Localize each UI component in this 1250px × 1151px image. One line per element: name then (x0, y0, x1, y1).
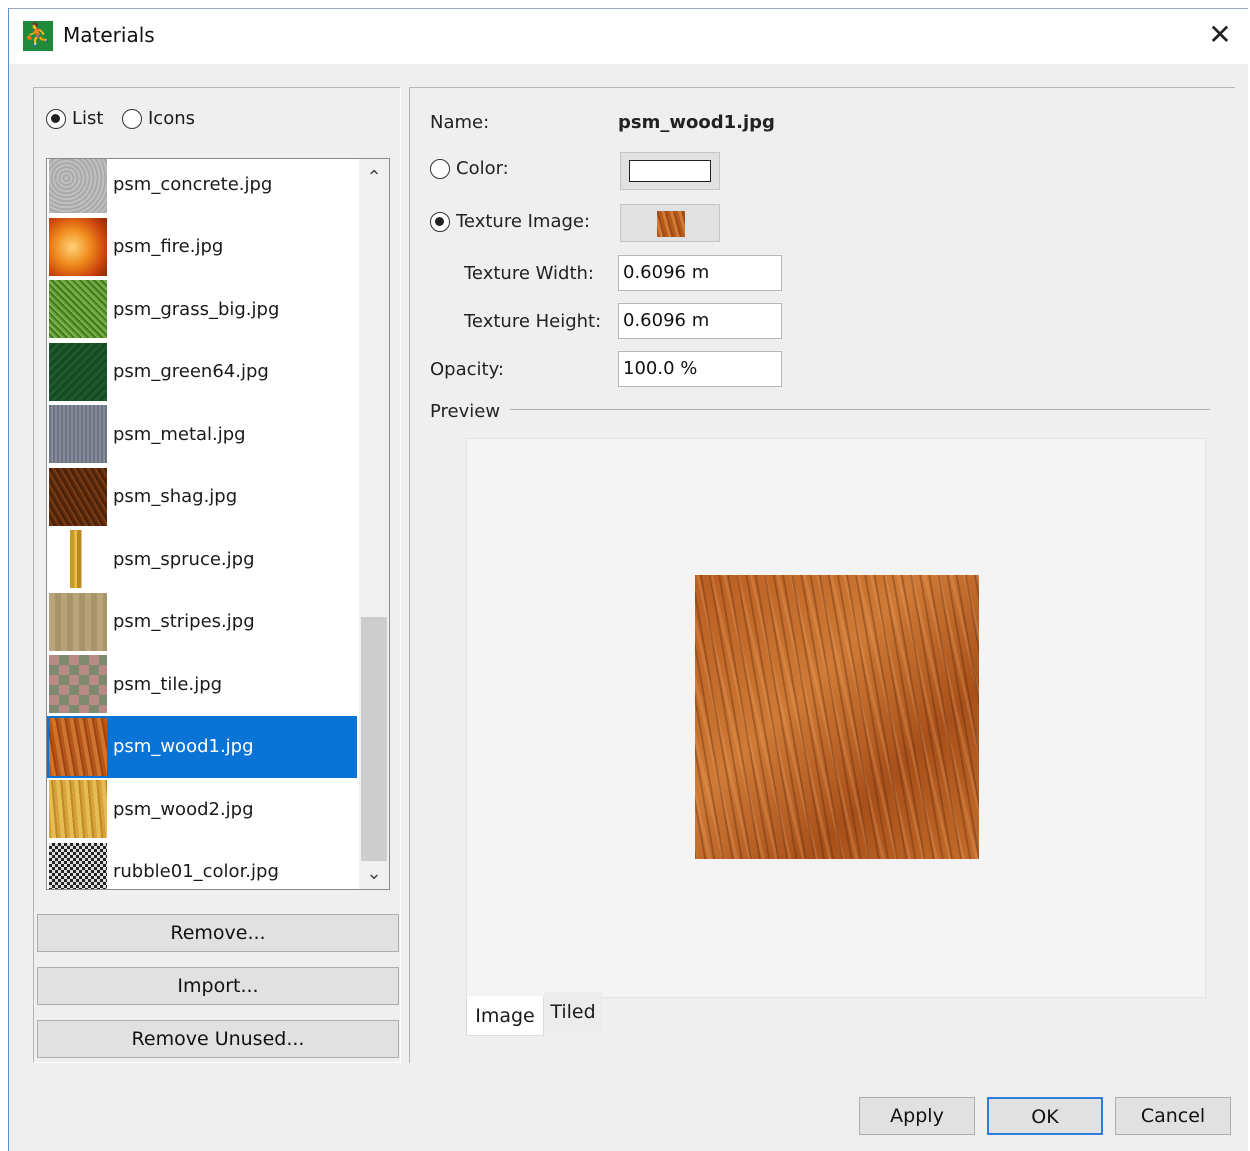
texture-label: Texture Image: (456, 211, 591, 232)
texture-height-field[interactable]: 0.6096 m (618, 303, 782, 339)
material-label: psm_fire.jpg (113, 236, 224, 257)
material-label: psm_grass_big.jpg (113, 298, 280, 320)
material-thumbnail (49, 780, 107, 838)
title-bar: ⛹ Materials ✕ (9, 9, 1248, 64)
materials-dialog: ⛹ Materials ✕ List Icons psm_concrete.jp… (8, 8, 1248, 1151)
preview-divider (510, 409, 1210, 410)
app-icon: ⛹ (23, 21, 53, 51)
list-item[interactable]: psm_grass_big.jpg (47, 278, 357, 340)
material-label: psm_metal.jpg (113, 423, 246, 445)
texture-thumbnail (657, 211, 685, 237)
list-item[interactable]: psm_stripes.jpg (47, 591, 357, 653)
texture-option[interactable]: Texture Image: (430, 211, 590, 232)
texture-radio[interactable] (430, 211, 450, 232)
opacity-label: Opacity: (430, 359, 504, 380)
window-title: Materials (63, 23, 155, 47)
materials-list[interactable]: psm_concrete.jpg psm_fire.jpg psm_grass_bi… (46, 158, 390, 890)
material-label: psm_wood1.jpg (113, 736, 254, 757)
material-label: psm_tile.jpg (113, 673, 223, 695)
material-label: psm_wood2.jpg (113, 798, 254, 820)
color-radio[interactable] (430, 158, 450, 179)
color-swatch (629, 160, 711, 182)
preview-label: Preview (430, 401, 501, 422)
icons-radio-label: Icons (148, 108, 196, 129)
material-thumbnail (49, 592, 107, 651)
list-item[interactable]: psm_shag.jpg (47, 466, 357, 528)
texture-picker-button[interactable] (620, 204, 720, 242)
material-thumbnail (49, 217, 107, 276)
list-item[interactable]: psm_metal.jpg (47, 403, 357, 465)
material-label: psm_green64.jpg (113, 361, 269, 382)
color-picker-button[interactable] (620, 152, 720, 190)
material-thumbnail (49, 467, 107, 526)
list-scrollbar[interactable]: ⌃ ⌄ (359, 159, 389, 889)
opacity-field[interactable]: 100.0 % (618, 351, 782, 387)
list-item[interactable]: psm_wood2.jpg (47, 778, 357, 840)
list-radio-label: List (72, 108, 104, 129)
material-thumbnail (49, 405, 107, 463)
name-label: Name: (430, 112, 490, 133)
material-thumbnail (49, 530, 107, 588)
list-item[interactable]: rubble01_color.jpg (47, 841, 357, 889)
material-thumbnail (49, 717, 107, 776)
apply-button[interactable]: Apply (859, 1097, 975, 1135)
material-thumbnail (49, 342, 107, 401)
material-label: rubble01_color.jpg (113, 861, 279, 882)
material-label: psm_spruce.jpg (113, 548, 255, 570)
icons-radio[interactable] (122, 108, 142, 129)
list-item[interactable]: psm_wood1.jpg (47, 715, 357, 778)
list-view-option[interactable]: List (46, 108, 103, 129)
ok-button[interactable]: OK (987, 1097, 1103, 1135)
list-item[interactable]: psm_green64.jpg (47, 341, 357, 403)
close-button[interactable]: ✕ (1202, 17, 1238, 53)
material-thumbnail (49, 280, 107, 338)
tab-tiled[interactable]: Tiled (544, 992, 602, 1032)
tab-image[interactable]: Image (466, 996, 544, 1036)
material-thumbnail (49, 655, 107, 713)
list-item[interactable]: psm_concrete.jpg (47, 159, 357, 215)
list-item[interactable]: psm_fire.jpg (47, 216, 357, 278)
material-name: psm_wood1.jpg (618, 112, 775, 133)
material-label: psm_shag.jpg (113, 486, 238, 507)
materials-list-panel: List Icons psm_concrete.jpg psm_fire.jpg p… (33, 87, 401, 1063)
material-label: psm_concrete.jpg (113, 173, 273, 195)
color-option[interactable]: Color: (430, 158, 509, 179)
texture-width-label: Texture Width: (464, 263, 594, 284)
scroll-thumb[interactable] (361, 617, 387, 861)
material-thumbnail (49, 842, 107, 889)
texture-preview-image (695, 575, 979, 859)
texture-height-label: Texture Height: (464, 311, 602, 332)
icons-view-option[interactable]: Icons (122, 108, 195, 129)
remove-button[interactable]: Remove... (37, 914, 399, 952)
material-thumbnail (49, 159, 107, 213)
color-label: Color: (456, 158, 509, 179)
chevron-up-icon[interactable]: ⌃ (359, 163, 389, 193)
chevron-down-icon[interactable]: ⌄ (359, 859, 389, 889)
list-item[interactable]: psm_tile.jpg (47, 653, 357, 715)
remove-unused-button[interactable]: Remove Unused... (37, 1020, 399, 1058)
list-radio[interactable] (46, 108, 66, 129)
material-label: psm_stripes.jpg (113, 611, 255, 632)
material-details-panel: Name: psm_wood1.jpg Color: Texture Image… (409, 87, 1235, 1063)
texture-width-field[interactable]: 0.6096 m (618, 255, 782, 291)
list-item[interactable]: psm_spruce.jpg (47, 528, 357, 590)
preview-area (466, 438, 1206, 998)
import-button[interactable]: Import... (37, 967, 399, 1005)
cancel-button[interactable]: Cancel (1115, 1097, 1231, 1135)
